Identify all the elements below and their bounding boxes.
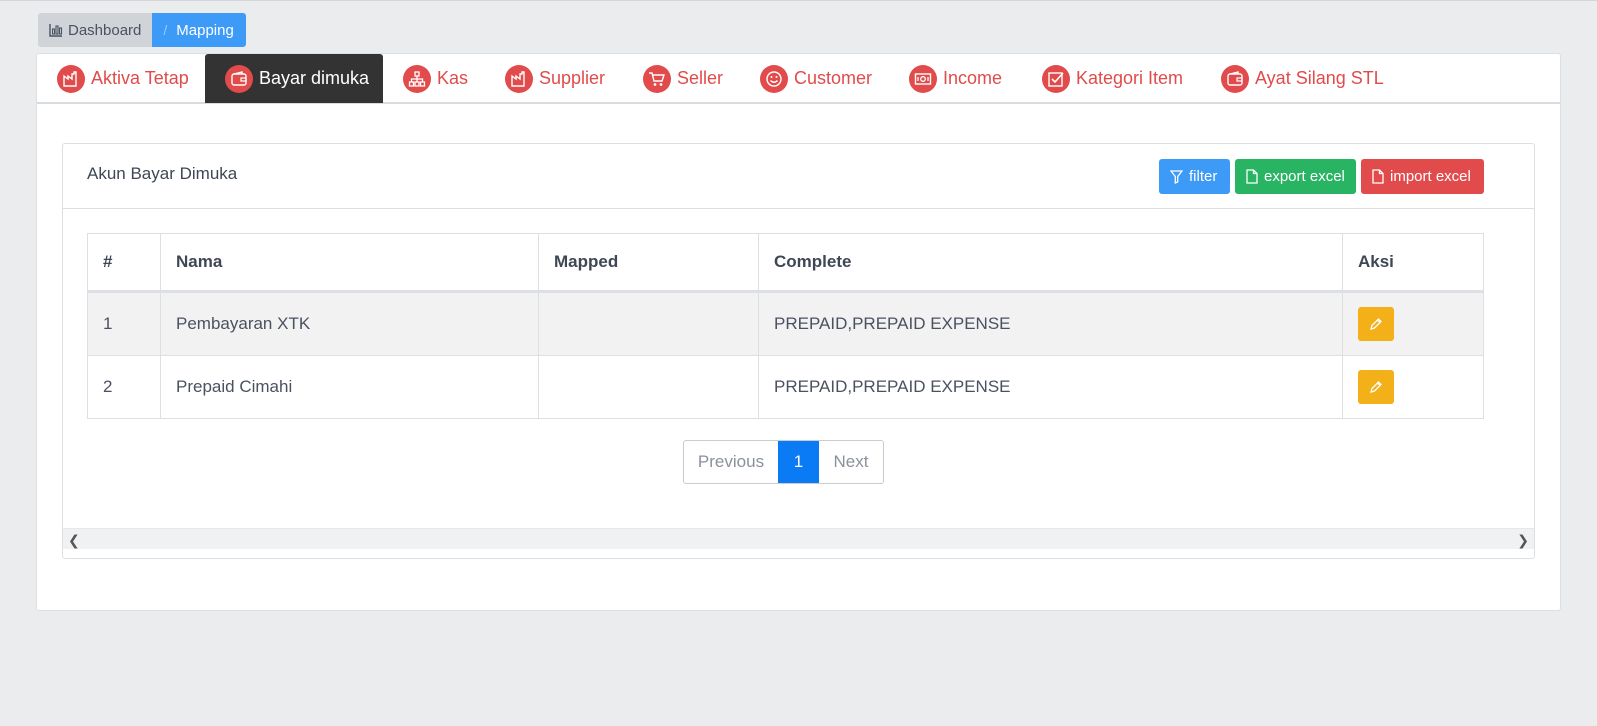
pagination-page[interactable]: 1 <box>778 441 819 483</box>
row-nama: Prepaid Cimahi <box>160 356 538 418</box>
mapping-tabs: Aktiva Tetap Bayar dimuka Kas Supplier S <box>37 54 1560 104</box>
header-aksi: Aksi <box>1342 234 1483 290</box>
export-label: export excel <box>1264 168 1345 185</box>
pencil-icon <box>1370 381 1382 393</box>
row-number: 1 <box>103 314 113 333</box>
tab-label: Customer <box>794 68 873 88</box>
tab-label: Seller <box>677 68 724 88</box>
row-nama: Pembayaran XTK <box>160 293 538 355</box>
pagination-previous[interactable]: Previous <box>684 441 778 483</box>
row-aksi <box>1342 356 1483 418</box>
panel-title: Akun Bayar Dimuka <box>87 164 238 183</box>
export-excel-button[interactable]: export excel <box>1235 159 1356 194</box>
file-icon <box>1372 169 1384 184</box>
sitemap-icon <box>403 64 431 93</box>
tab-kas[interactable]: Kas <box>403 54 468 103</box>
top-border <box>0 0 1597 1</box>
panel-header: Akun Bayar Dimuka filter export excel im… <box>63 144 1534 209</box>
tab-label: Supplier <box>539 68 606 88</box>
cart-icon <box>643 64 671 93</box>
factory-icon <box>505 64 533 93</box>
breadcrumb-mapping: / Mapping <box>152 13 246 47</box>
pencil-icon <box>1370 318 1382 330</box>
wallet-icon <box>1221 64 1249 93</box>
tab-income[interactable]: Income <box>909 54 1002 103</box>
filter-icon <box>1170 169 1183 184</box>
breadcrumb: Dashboard / Mapping <box>38 13 246 47</box>
tab-label: Kategori Item <box>1076 68 1184 88</box>
import-label: import excel <box>1390 168 1471 185</box>
breadcrumb-dashboard[interactable]: Dashboard <box>38 13 153 47</box>
row-complete: PREPAID,PREPAID EXPENSE <box>758 293 1342 355</box>
wallet-icon <box>225 64 253 93</box>
checkbox-icon <box>1042 64 1070 93</box>
scroll-left-icon[interactable]: ❮ <box>68 532 80 549</box>
scroll-right-icon[interactable]: ❯ <box>1517 532 1529 549</box>
breadcrumb-home-label: Dashboard <box>68 21 142 39</box>
row-number: 2 <box>103 377 113 396</box>
factory-icon <box>57 64 85 93</box>
tab-label: Kas <box>437 68 469 88</box>
pagination-next[interactable]: Next <box>819 441 883 483</box>
mapping-card: Aktiva Tetap Bayar dimuka Kas Supplier S <box>36 53 1561 611</box>
horizontal-scrollbar[interactable]: ❮ ❯ <box>63 528 1534 549</box>
breadcrumb-separator: / <box>163 22 168 38</box>
row-mapped <box>538 293 758 355</box>
tab-ayat-silang-stl[interactable]: Ayat Silang STL <box>1221 54 1384 103</box>
akun-panel: Akun Bayar Dimuka filter export excel im… <box>62 143 1535 559</box>
filter-button[interactable]: filter <box>1159 159 1230 194</box>
row-aksi <box>1342 293 1483 355</box>
row-mapped <box>538 356 758 418</box>
pagination: Previous 1 Next <box>683 440 884 484</box>
tab-label: Income <box>943 68 1003 88</box>
tab-kategori-item[interactable]: Kategori Item <box>1042 54 1183 103</box>
import-excel-button[interactable]: import excel <box>1361 159 1484 194</box>
file-icon <box>1246 169 1258 184</box>
edit-button[interactable] <box>1358 307 1394 341</box>
header-mapped[interactable]: Mapped <box>538 234 758 290</box>
table-row: 1 Pembayaran XTK PREPAID,PREPAID EXPENSE <box>88 292 1483 355</box>
filter-label: filter <box>1189 168 1218 185</box>
breadcrumb-current-label: Mapping <box>176 21 234 39</box>
header-nama[interactable]: Nama <box>160 234 538 290</box>
edit-button[interactable] <box>1358 370 1394 404</box>
akun-table: # Nama Mapped Complete Aksi 1 Pembayaran… <box>87 233 1484 419</box>
tab-label: Ayat Silang STL <box>1255 68 1384 88</box>
row-complete: PREPAID,PREPAID EXPENSE <box>758 356 1342 418</box>
tab-label: Bayar dimuka <box>259 68 370 88</box>
table-header-row: # Nama Mapped Complete Aksi <box>88 234 1483 292</box>
tab-supplier[interactable]: Supplier <box>505 54 605 103</box>
header-number[interactable]: # <box>88 234 160 290</box>
tab-seller[interactable]: Seller <box>643 54 723 103</box>
money-icon <box>909 64 937 93</box>
tab-aktiva-tetap[interactable]: Aktiva Tetap <box>57 54 189 103</box>
header-complete[interactable]: Complete <box>758 234 1342 290</box>
bar-chart-icon <box>49 24 63 37</box>
tab-label: Aktiva Tetap <box>91 68 189 88</box>
tab-bayar-dimuka[interactable]: Bayar dimuka <box>205 54 383 103</box>
smiley-icon <box>760 64 788 93</box>
tab-customer[interactable]: Customer <box>760 54 872 103</box>
table-row: 2 Prepaid Cimahi PREPAID,PREPAID EXPENSE <box>88 355 1483 418</box>
